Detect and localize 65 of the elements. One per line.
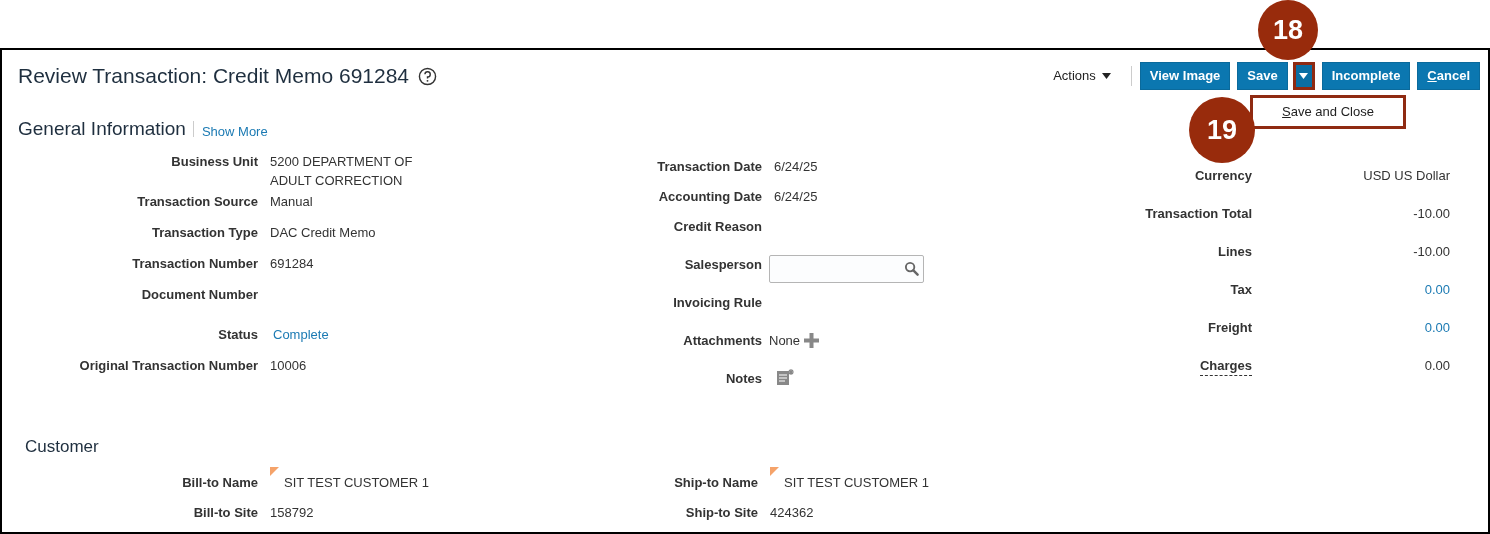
field-value: None	[769, 331, 801, 350]
field-label: Business Unit	[171, 152, 258, 171]
field-label: Credit Reason	[673, 217, 762, 236]
field-link[interactable]: 0.00	[1424, 279, 1450, 299]
field-label: Document Number	[141, 285, 258, 304]
toolbar-button[interactable]: Incomplete	[1321, 61, 1411, 90]
field-value: SIT TEST CUSTOMER 1	[284, 474, 429, 492]
field-value: DAC Credit Memo	[270, 223, 376, 242]
toolbar-button[interactable]: Cancel	[1417, 61, 1480, 90]
field-value: Manual	[270, 192, 313, 211]
field-value: 6/24/25	[774, 187, 818, 206]
flag-marker-icon	[770, 467, 779, 476]
toolbar-button[interactable]: Save	[1237, 61, 1288, 90]
field-value: 424362	[770, 504, 814, 522]
field-label: Ship-to Name	[674, 474, 758, 492]
toolbar-button[interactable]: View Image	[1139, 61, 1231, 90]
section-title: General Information	[18, 118, 186, 138]
field-value: 6/24/25	[774, 157, 818, 176]
field-label: Currency	[1194, 166, 1252, 185]
field-label: Lines	[1218, 242, 1252, 261]
show-more-link[interactable]: Show More	[201, 122, 268, 142]
field-label: Transaction Total	[1145, 204, 1252, 223]
actions-menu[interactable]: Actions	[1053, 66, 1111, 86]
field-label: Bill-to Name	[182, 474, 258, 492]
flag-marker-icon	[270, 467, 279, 476]
field-label: Transaction Type	[152, 223, 258, 242]
field-label: Notes	[725, 369, 762, 388]
field-link[interactable]: 0.00	[1424, 317, 1450, 337]
field-label: Invoicing Rule	[673, 293, 762, 312]
field-value: USD US Dollar	[1363, 166, 1450, 185]
page-title: Review Transaction: Credit Memo 691284	[18, 63, 410, 89]
field-link[interactable]: Complete	[273, 324, 329, 344]
caret-icon	[1101, 72, 1111, 79]
field-value: 691284	[270, 254, 314, 273]
field-value: -10.00	[1413, 204, 1450, 223]
search-icon	[904, 261, 919, 276]
field-label[interactable]: Charges	[1199, 355, 1252, 376]
field-label: Transaction Number	[132, 254, 258, 273]
menu-item[interactable]: Save and Close	[1282, 102, 1374, 122]
step-callout: 18	[1258, 0, 1318, 60]
field-label: Transaction Date	[657, 157, 762, 176]
plus-icon[interactable]	[804, 332, 820, 348]
field-value: 10006	[270, 356, 307, 375]
field-label: Bill-to Site	[193, 504, 258, 522]
field-value: SIT TEST CUSTOMER 1	[784, 474, 929, 492]
help-icon[interactable]	[418, 67, 438, 87]
field-label: Attachments	[683, 331, 762, 350]
field-value: 0.00	[1424, 356, 1450, 375]
field-value: -10.00	[1413, 242, 1450, 261]
field-label: Salesperson	[684, 255, 762, 274]
field-label: Accounting Date	[658, 187, 762, 206]
note-icon[interactable]	[777, 368, 794, 386]
field-label: Transaction Source	[137, 192, 258, 211]
field-label: Ship-to Site	[685, 504, 758, 522]
salesperson-field[interactable]	[769, 254, 924, 283]
field-label: Freight	[1207, 318, 1252, 337]
field-label: Original Transaction Number	[79, 356, 258, 375]
save-options-button[interactable]	[1292, 61, 1315, 90]
step-callout: 19	[1189, 97, 1255, 163]
section-title: Customer	[24, 435, 100, 458]
field-value: 158792	[270, 504, 314, 522]
caret-icon	[1299, 72, 1309, 79]
field-label: Status	[218, 325, 258, 344]
field-label: Tax	[1230, 280, 1252, 299]
field-value: 5200 DEPARTMENT OF ADULT CORRECTION	[270, 152, 414, 190]
